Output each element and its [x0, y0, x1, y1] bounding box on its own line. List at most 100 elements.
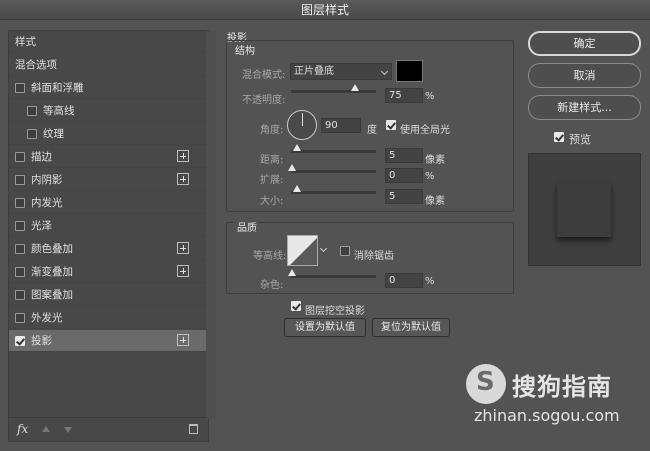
- structure-title: 结构: [235, 46, 255, 57]
- style-item-label: 斜面和浮雕: [31, 82, 84, 94]
- style-item-5[interactable]: 描边: [9, 146, 208, 168]
- style-item-checkbox[interactable]: [15, 244, 25, 254]
- style-item-checkbox[interactable]: [15, 198, 25, 208]
- distance-unit: 像素: [425, 155, 445, 166]
- style-item-checkbox[interactable]: [15, 267, 25, 277]
- ok-button[interactable]: 确定: [528, 31, 641, 56]
- distance-label: 距离:: [260, 155, 284, 166]
- set-default-button[interactable]: 设置为默认值: [284, 318, 366, 337]
- angle-label: 角度:: [260, 125, 284, 136]
- style-item-checkbox[interactable]: [15, 83, 25, 93]
- knockout-checkbox[interactable]: [291, 301, 301, 311]
- style-item-7[interactable]: 内发光: [9, 192, 208, 214]
- style-item-checkbox[interactable]: [15, 313, 25, 323]
- style-item-label: 内阴影: [31, 174, 63, 186]
- opacity-label: 不透明度:: [242, 95, 286, 106]
- style-item-1[interactable]: 混合选项: [9, 54, 208, 76]
- reset-default-button[interactable]: 复位为默认值: [372, 318, 450, 337]
- style-item-label: 描边: [31, 151, 52, 163]
- add-effect-icon[interactable]: [177, 173, 189, 185]
- spread-input[interactable]: 0: [385, 168, 423, 183]
- move-up-icon[interactable]: [42, 426, 50, 432]
- noise-label: 杂色:: [260, 280, 284, 291]
- distance-slider-knob[interactable]: [293, 144, 301, 151]
- window-title: 图层样式: [0, 0, 650, 20]
- style-item-label: 光泽: [31, 220, 52, 232]
- style-item-label: 内发光: [31, 197, 63, 209]
- style-item-4[interactable]: 纹理: [9, 123, 208, 145]
- noise-slider[interactable]: [288, 269, 376, 278]
- move-down-icon[interactable]: [64, 427, 72, 433]
- knockout-label: 图层挖空投影: [305, 306, 365, 317]
- blend-mode-label: 混合模式:: [242, 70, 286, 81]
- spread-slider-knob[interactable]: [288, 164, 296, 171]
- angle-dial[interactable]: [287, 110, 317, 140]
- distance-slider[interactable]: [291, 144, 376, 153]
- noise-input[interactable]: 0: [385, 273, 423, 288]
- add-effect-icon[interactable]: [177, 242, 189, 254]
- style-item-6[interactable]: 内阴影: [9, 169, 208, 191]
- new-style-button[interactable]: 新建样式...: [528, 95, 641, 120]
- opacity-slider-knob[interactable]: [350, 84, 359, 91]
- watermark-brand: 搜狗指南: [512, 373, 612, 401]
- preview-swatch: [557, 181, 611, 237]
- distance-input[interactable]: 5: [385, 148, 423, 163]
- chevron-down-icon: [380, 67, 389, 76]
- style-item-label: 图案叠加: [31, 289, 73, 301]
- style-item-2[interactable]: 斜面和浮雕: [9, 77, 208, 99]
- contour-picker[interactable]: [287, 235, 318, 266]
- size-input[interactable]: 5: [385, 189, 423, 204]
- style-preview-thumbnail: [528, 153, 641, 266]
- angle-input[interactable]: 90: [321, 118, 361, 133]
- opacity-slider[interactable]: [291, 84, 376, 93]
- watermark-url: zhinan.sogou.com: [474, 406, 620, 425]
- style-item-checkbox[interactable]: [15, 152, 25, 162]
- style-item-label: 纹理: [43, 128, 64, 140]
- noise-slider-knob[interactable]: [288, 269, 296, 276]
- global-light-checkbox[interactable]: [386, 120, 396, 130]
- style-item-checkbox[interactable]: [15, 290, 25, 300]
- size-unit: 像素: [425, 196, 445, 207]
- style-item-12[interactable]: 外发光: [9, 307, 208, 329]
- blend-mode-select[interactable]: 正片叠底: [290, 63, 392, 80]
- style-item-13[interactable]: 投影: [9, 330, 208, 352]
- style-item-9[interactable]: 颜色叠加: [9, 238, 208, 260]
- spread-label: 扩展:: [260, 175, 284, 186]
- styles-list-toolbar: fx: [9, 417, 208, 441]
- styles-list-scrollbar[interactable]: [206, 31, 216, 419]
- style-item-0[interactable]: 样式: [9, 31, 208, 53]
- size-slider[interactable]: [291, 185, 376, 194]
- fx-menu-button[interactable]: fx: [17, 422, 28, 436]
- add-effect-icon[interactable]: [177, 150, 189, 162]
- blend-mode-value: 正片叠底: [294, 66, 334, 77]
- style-item-3[interactable]: 等高线: [9, 100, 208, 122]
- style-item-10[interactable]: 渐变叠加: [9, 261, 208, 283]
- style-item-checkbox[interactable]: [27, 129, 37, 139]
- trash-icon[interactable]: [189, 424, 198, 434]
- styles-list-panel: 样式混合选项斜面和浮雕等高线纹理描边内阴影内发光光泽颜色叠加渐变叠加图案叠加外发…: [8, 30, 216, 442]
- style-item-checkbox[interactable]: [15, 175, 25, 185]
- style-item-label: 混合选项: [15, 59, 57, 71]
- contour-label: 等高线:: [253, 251, 287, 262]
- size-label: 大小:: [260, 196, 284, 207]
- size-slider-knob[interactable]: [293, 185, 301, 192]
- antialias-checkbox[interactable]: [340, 246, 350, 256]
- style-item-11[interactable]: 图案叠加: [9, 284, 208, 306]
- style-item-checkbox[interactable]: [15, 221, 25, 231]
- style-item-8[interactable]: 光泽: [9, 215, 208, 237]
- preview-checkbox[interactable]: [554, 132, 564, 142]
- style-item-label: 投影: [31, 335, 52, 347]
- add-effect-icon[interactable]: [177, 334, 189, 346]
- contour-linear-icon: [290, 238, 317, 265]
- style-item-checkbox[interactable]: [15, 336, 25, 346]
- shadow-color-swatch[interactable]: [396, 60, 423, 82]
- add-effect-icon[interactable]: [177, 265, 189, 277]
- spread-slider[interactable]: [288, 164, 376, 173]
- opacity-input[interactable]: 75: [385, 88, 423, 103]
- style-item-label: 颜色叠加: [31, 243, 73, 255]
- cancel-button[interactable]: 取消: [528, 63, 641, 88]
- sogou-logo-icon: S: [466, 364, 506, 404]
- style-item-checkbox[interactable]: [27, 106, 37, 116]
- angle-unit: 度: [367, 125, 377, 136]
- spread-unit: %: [425, 171, 435, 182]
